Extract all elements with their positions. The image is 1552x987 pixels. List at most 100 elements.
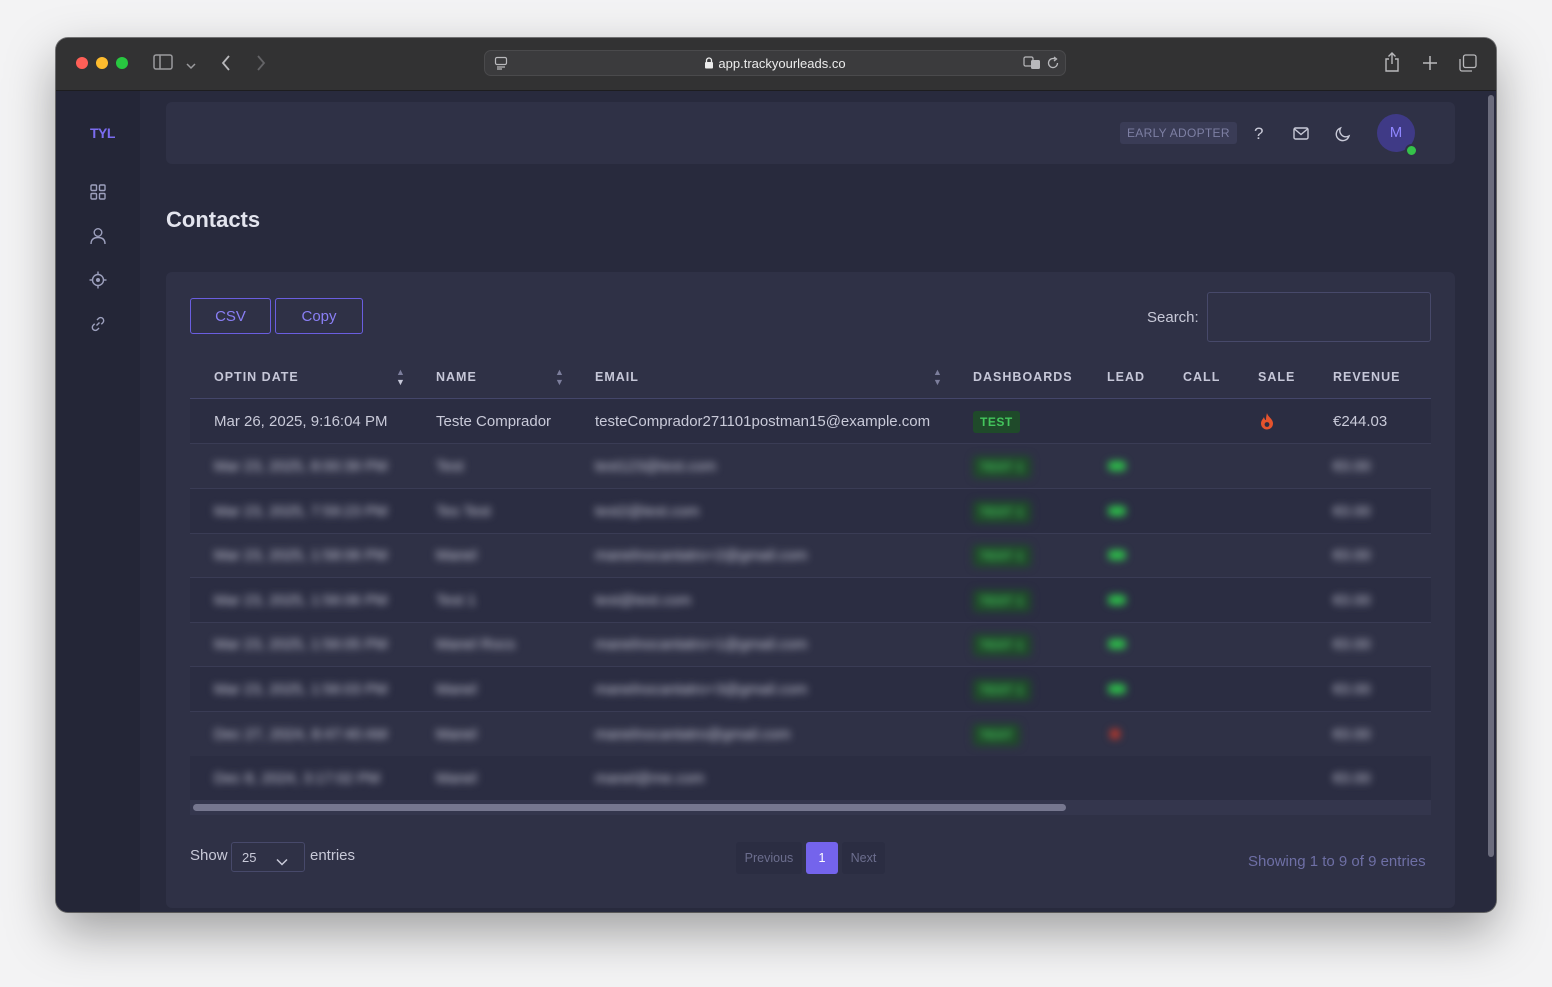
online-status-dot xyxy=(1405,144,1418,157)
table-row[interactable]: Mar 23, 2025, 8:00:39 PM Test test123@te… xyxy=(190,444,1431,489)
chevron-down-icon[interactable] xyxy=(186,57,196,75)
link-icon[interactable] xyxy=(89,315,107,333)
browser-window: app.trackyourleads.co TYL EARLY ADOPTER … xyxy=(56,38,1496,912)
chevron-down-icon xyxy=(276,853,288,871)
lock-icon xyxy=(704,57,714,72)
contacts-card: CSV Copy Search: OPTIN DATE ▲ ▼ NAME ▲ ▼ E… xyxy=(166,272,1455,908)
revenue-cell: €0.00 xyxy=(1333,726,1371,743)
reload-icon[interactable] xyxy=(1046,56,1060,75)
page-size-value: 25 xyxy=(242,850,257,865)
email-cell: manel@me.com xyxy=(595,770,705,787)
name-cell: Test xyxy=(436,458,464,475)
main-content: EARLY ADOPTER ? M Contacts CSV Copy Sear… xyxy=(140,91,1486,912)
table-row[interactable]: Mar 23, 2025, 1:56:05 PM Manel Rocs mane… xyxy=(190,622,1431,667)
lead-badge xyxy=(1108,461,1126,471)
new-tab-icon[interactable] xyxy=(1422,55,1438,76)
dashboard-badge: TEST 1 xyxy=(973,634,1031,656)
revenue-cell: €0.00 xyxy=(1333,770,1371,787)
column-header-revenue: REVENUE xyxy=(1333,370,1401,384)
table-row[interactable]: Dec 27, 2024, 8:47:40 AM Manel manelnoca… xyxy=(190,712,1431,757)
sort-icon[interactable]: ▲ ▼ xyxy=(933,367,942,387)
optin-date-cell: Mar 23, 2025, 1:56:05 PM xyxy=(214,636,388,653)
revenue-cell: €0.00 xyxy=(1333,636,1371,653)
app-logo[interactable]: TYL xyxy=(90,125,115,141)
mail-icon[interactable] xyxy=(1293,127,1309,145)
scrollbar-thumb[interactable] xyxy=(193,804,1066,811)
optin-date-cell: Mar 26, 2025, 9:16:04 PM xyxy=(214,413,388,430)
csv-export-button[interactable]: CSV xyxy=(190,298,271,334)
dashboard-grid-icon[interactable] xyxy=(89,183,107,201)
page-size-select[interactable]: 25 xyxy=(231,842,305,872)
dashboard-badge: TEST 1 xyxy=(973,456,1031,478)
user-icon[interactable] xyxy=(89,227,107,245)
app-sidebar: TYL xyxy=(56,91,140,912)
table-row[interactable]: Mar 23, 2025, 1:58:06 PM Manel manelnoca… xyxy=(190,533,1431,578)
email-cell: manelnocantatro@gmail.com xyxy=(595,726,791,743)
optin-date-cell: Dec 8, 2024, 3:17:02 PM xyxy=(214,770,380,787)
table-row[interactable]: Dec 8, 2024, 3:17:02 PM Manel manel@me.c… xyxy=(190,756,1431,801)
copy-button[interactable]: Copy xyxy=(275,298,363,334)
email-cell: test@test.com xyxy=(595,592,692,609)
tab-overview-icon[interactable] xyxy=(1459,54,1477,77)
early-adopter-badge: EARLY ADOPTER xyxy=(1120,122,1237,144)
name-cell: Manel xyxy=(436,547,477,564)
previous-page-button[interactable]: Previous xyxy=(736,842,802,874)
lead-badge xyxy=(1108,506,1126,516)
column-header-name[interactable]: NAME xyxy=(436,370,477,384)
lead-badge-red xyxy=(1110,729,1120,739)
dashboard-badge: TEST 1 xyxy=(973,679,1031,701)
search-input[interactable] xyxy=(1207,292,1431,342)
name-cell: Manel Rocs xyxy=(436,636,516,653)
lead-badge xyxy=(1108,684,1126,694)
table-row[interactable]: Mar 23, 2025, 1:56:03 PM Manel manelnoca… xyxy=(190,667,1431,712)
minimize-window-button[interactable] xyxy=(96,57,108,69)
optin-date-cell: Mar 23, 2025, 1:58:06 PM xyxy=(214,547,388,564)
dark-mode-moon-icon[interactable] xyxy=(1335,126,1351,147)
revenue-cell: €0.00 xyxy=(1333,592,1371,609)
optin-date-cell: Dec 27, 2024, 8:47:40 AM xyxy=(214,726,388,743)
table-row[interactable]: Mar 23, 2025, 1:56:06 PM Test 1 test@tes… xyxy=(190,578,1431,623)
share-icon[interactable] xyxy=(1384,52,1400,77)
vertical-scrollbar[interactable] xyxy=(1486,91,1496,912)
back-arrow-icon[interactable] xyxy=(220,55,232,76)
table-row[interactable]: Mar 23, 2025, 7:59:23 PM Tes Test test2@… xyxy=(190,489,1431,534)
lead-badge xyxy=(1108,595,1126,605)
email-cell: manelnocantatro+2@gmail.com xyxy=(595,547,808,564)
revenue-cell: €0.00 xyxy=(1333,458,1371,475)
name-cell: Manel xyxy=(436,726,477,743)
forward-arrow-icon[interactable] xyxy=(255,55,267,76)
browser-titlebar: app.trackyourleads.co xyxy=(56,38,1496,91)
maximize-window-button[interactable] xyxy=(116,57,128,69)
optin-date-cell: Mar 23, 2025, 7:59:23 PM xyxy=(214,503,388,520)
column-header-email[interactable]: EMAIL xyxy=(595,370,639,384)
dashboard-badge: TEST xyxy=(973,724,1020,746)
email-cell: manelnocantatro+1@gmail.com xyxy=(595,636,808,653)
revenue-cell: €0.00 xyxy=(1333,681,1371,698)
horizontal-scrollbar[interactable] xyxy=(190,800,1431,815)
dashboard-badge: TEST 1 xyxy=(973,501,1031,523)
sidebar-toggle-icon[interactable] xyxy=(153,54,173,75)
address-bar[interactable]: app.trackyourleads.co xyxy=(484,50,1066,76)
dashboard-badge: TEST 1 xyxy=(973,590,1031,612)
column-header-optin-date[interactable]: OPTIN DATE xyxy=(214,370,299,384)
email-cell: test123@test.com xyxy=(595,458,717,475)
translate-icon[interactable] xyxy=(1023,56,1041,75)
sort-icon[interactable]: ▲ ▼ xyxy=(396,367,405,387)
dashboard-badge: TEST xyxy=(973,411,1020,433)
target-icon[interactable] xyxy=(89,271,107,289)
sort-icon[interactable]: ▲ ▼ xyxy=(555,367,564,387)
next-page-button[interactable]: Next xyxy=(842,842,885,874)
help-icon[interactable]: ? xyxy=(1254,124,1263,144)
close-window-button[interactable] xyxy=(76,57,88,69)
column-header-call: CALL xyxy=(1183,370,1221,384)
top-navbar: EARLY ADOPTER ? M xyxy=(166,102,1455,164)
column-header-lead: LEAD xyxy=(1107,370,1146,384)
email-cell: manelnocantatro+3@gmail.com xyxy=(595,681,808,698)
name-cell: Teste Comprador xyxy=(436,413,552,430)
page-1-button[interactable]: 1 xyxy=(806,842,838,874)
table-row[interactable]: Mar 26, 2025, 9:16:04 PM Teste Comprador… xyxy=(190,399,1431,444)
email-cell: test2@test.com xyxy=(595,503,700,520)
vertical-scrollbar-thumb[interactable] xyxy=(1488,95,1494,857)
lead-badge xyxy=(1108,550,1126,560)
revenue-cell: €0.00 xyxy=(1333,503,1371,520)
